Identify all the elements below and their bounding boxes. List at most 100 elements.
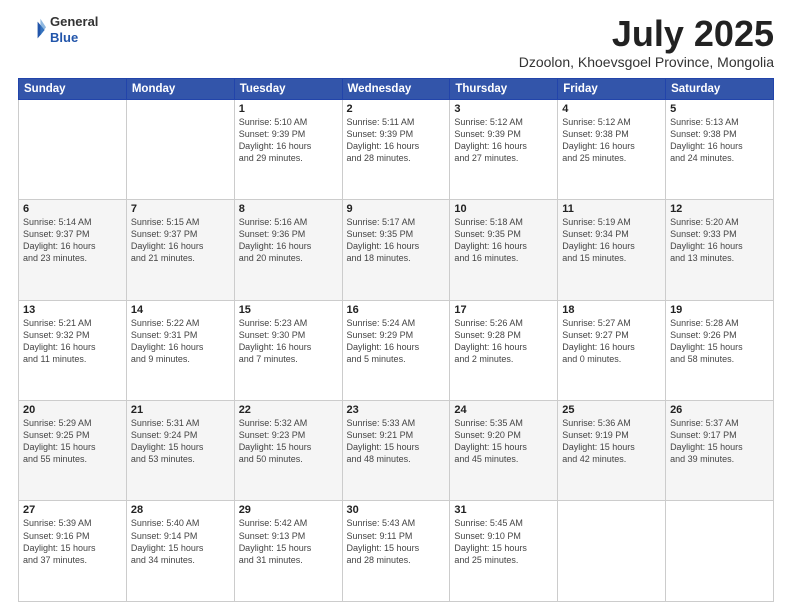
calendar-cell: 16Sunrise: 5:24 AM Sunset: 9:29 PM Dayli… <box>342 300 450 400</box>
calendar-cell: 19Sunrise: 5:28 AM Sunset: 9:26 PM Dayli… <box>666 300 774 400</box>
calendar-cell: 7Sunrise: 5:15 AM Sunset: 9:37 PM Daylig… <box>126 200 234 300</box>
day-info: Sunrise: 5:27 AM Sunset: 9:27 PM Dayligh… <box>562 317 661 366</box>
day-info: Sunrise: 5:36 AM Sunset: 9:19 PM Dayligh… <box>562 417 661 466</box>
day-number: 8 <box>239 203 338 215</box>
day-info: Sunrise: 5:20 AM Sunset: 9:33 PM Dayligh… <box>670 216 769 265</box>
day-number: 11 <box>562 203 661 215</box>
calendar-cell: 10Sunrise: 5:18 AM Sunset: 9:35 PM Dayli… <box>450 200 558 300</box>
calendar-cell: 30Sunrise: 5:43 AM Sunset: 9:11 PM Dayli… <box>342 501 450 602</box>
logo-text: General Blue <box>50 14 98 45</box>
day-number: 13 <box>23 304 122 316</box>
day-number: 9 <box>347 203 446 215</box>
day-number: 28 <box>131 504 230 516</box>
day-info: Sunrise: 5:18 AM Sunset: 9:35 PM Dayligh… <box>454 216 553 265</box>
day-number: 4 <box>562 103 661 115</box>
calendar-cell: 25Sunrise: 5:36 AM Sunset: 9:19 PM Dayli… <box>558 401 666 501</box>
calendar-cell <box>19 99 127 199</box>
day-info: Sunrise: 5:26 AM Sunset: 9:28 PM Dayligh… <box>454 317 553 366</box>
day-number: 19 <box>670 304 769 316</box>
day-number: 17 <box>454 304 553 316</box>
calendar-cell: 3Sunrise: 5:12 AM Sunset: 9:39 PM Daylig… <box>450 99 558 199</box>
day-number: 20 <box>23 404 122 416</box>
calendar-day-header: Thursday <box>450 78 558 99</box>
day-info: Sunrise: 5:23 AM Sunset: 9:30 PM Dayligh… <box>239 317 338 366</box>
calendar-header-row: SundayMondayTuesdayWednesdayThursdayFrid… <box>19 78 774 99</box>
calendar-day-header: Saturday <box>666 78 774 99</box>
calendar-day-header: Monday <box>126 78 234 99</box>
calendar-cell: 29Sunrise: 5:42 AM Sunset: 9:13 PM Dayli… <box>234 501 342 602</box>
day-number: 25 <box>562 404 661 416</box>
calendar-week-row: 1Sunrise: 5:10 AM Sunset: 9:39 PM Daylig… <box>19 99 774 199</box>
day-info: Sunrise: 5:12 AM Sunset: 9:38 PM Dayligh… <box>562 116 661 165</box>
day-info: Sunrise: 5:40 AM Sunset: 9:14 PM Dayligh… <box>131 517 230 566</box>
calendar-cell: 13Sunrise: 5:21 AM Sunset: 9:32 PM Dayli… <box>19 300 127 400</box>
calendar-cell <box>558 501 666 602</box>
logo-icon <box>18 16 46 44</box>
day-info: Sunrise: 5:11 AM Sunset: 9:39 PM Dayligh… <box>347 116 446 165</box>
day-info: Sunrise: 5:45 AM Sunset: 9:10 PM Dayligh… <box>454 517 553 566</box>
day-number: 1 <box>239 103 338 115</box>
calendar-cell: 8Sunrise: 5:16 AM Sunset: 9:36 PM Daylig… <box>234 200 342 300</box>
calendar-week-row: 20Sunrise: 5:29 AM Sunset: 9:25 PM Dayli… <box>19 401 774 501</box>
header: General Blue July 2025 Dzoolon, Khoevsgo… <box>18 14 774 70</box>
day-number: 24 <box>454 404 553 416</box>
calendar-week-row: 27Sunrise: 5:39 AM Sunset: 9:16 PM Dayli… <box>19 501 774 602</box>
day-number: 6 <box>23 203 122 215</box>
calendar-cell: 2Sunrise: 5:11 AM Sunset: 9:39 PM Daylig… <box>342 99 450 199</box>
day-number: 10 <box>454 203 553 215</box>
calendar-table: SundayMondayTuesdayWednesdayThursdayFrid… <box>18 78 774 602</box>
calendar-cell: 9Sunrise: 5:17 AM Sunset: 9:35 PM Daylig… <box>342 200 450 300</box>
day-number: 23 <box>347 404 446 416</box>
calendar-week-row: 13Sunrise: 5:21 AM Sunset: 9:32 PM Dayli… <box>19 300 774 400</box>
day-info: Sunrise: 5:28 AM Sunset: 9:26 PM Dayligh… <box>670 317 769 366</box>
month-title: July 2025 <box>519 14 774 54</box>
day-info: Sunrise: 5:15 AM Sunset: 9:37 PM Dayligh… <box>131 216 230 265</box>
calendar-cell: 12Sunrise: 5:20 AM Sunset: 9:33 PM Dayli… <box>666 200 774 300</box>
calendar-cell: 26Sunrise: 5:37 AM Sunset: 9:17 PM Dayli… <box>666 401 774 501</box>
day-info: Sunrise: 5:35 AM Sunset: 9:20 PM Dayligh… <box>454 417 553 466</box>
day-info: Sunrise: 5:43 AM Sunset: 9:11 PM Dayligh… <box>347 517 446 566</box>
day-number: 29 <box>239 504 338 516</box>
day-number: 5 <box>670 103 769 115</box>
calendar-cell: 1Sunrise: 5:10 AM Sunset: 9:39 PM Daylig… <box>234 99 342 199</box>
day-info: Sunrise: 5:37 AM Sunset: 9:17 PM Dayligh… <box>670 417 769 466</box>
calendar-cell: 18Sunrise: 5:27 AM Sunset: 9:27 PM Dayli… <box>558 300 666 400</box>
page: General Blue July 2025 Dzoolon, Khoevsgo… <box>0 0 792 612</box>
location-subtitle: Dzoolon, Khoevsgoel Province, Mongolia <box>519 54 774 70</box>
day-info: Sunrise: 5:12 AM Sunset: 9:39 PM Dayligh… <box>454 116 553 165</box>
day-info: Sunrise: 5:42 AM Sunset: 9:13 PM Dayligh… <box>239 517 338 566</box>
day-info: Sunrise: 5:32 AM Sunset: 9:23 PM Dayligh… <box>239 417 338 466</box>
day-number: 16 <box>347 304 446 316</box>
calendar-cell: 20Sunrise: 5:29 AM Sunset: 9:25 PM Dayli… <box>19 401 127 501</box>
day-info: Sunrise: 5:33 AM Sunset: 9:21 PM Dayligh… <box>347 417 446 466</box>
day-number: 21 <box>131 404 230 416</box>
calendar-cell <box>126 99 234 199</box>
calendar-cell: 4Sunrise: 5:12 AM Sunset: 9:38 PM Daylig… <box>558 99 666 199</box>
day-info: Sunrise: 5:21 AM Sunset: 9:32 PM Dayligh… <box>23 317 122 366</box>
calendar-cell: 17Sunrise: 5:26 AM Sunset: 9:28 PM Dayli… <box>450 300 558 400</box>
calendar-day-header: Tuesday <box>234 78 342 99</box>
calendar-cell: 27Sunrise: 5:39 AM Sunset: 9:16 PM Dayli… <box>19 501 127 602</box>
logo-blue: Blue <box>50 30 98 46</box>
day-info: Sunrise: 5:29 AM Sunset: 9:25 PM Dayligh… <box>23 417 122 466</box>
calendar-cell: 31Sunrise: 5:45 AM Sunset: 9:10 PM Dayli… <box>450 501 558 602</box>
day-info: Sunrise: 5:10 AM Sunset: 9:39 PM Dayligh… <box>239 116 338 165</box>
day-number: 12 <box>670 203 769 215</box>
logo: General Blue <box>18 14 98 45</box>
day-number: 14 <box>131 304 230 316</box>
day-info: Sunrise: 5:24 AM Sunset: 9:29 PM Dayligh… <box>347 317 446 366</box>
day-number: 18 <box>562 304 661 316</box>
calendar-cell <box>666 501 774 602</box>
logo-general: General <box>50 14 98 30</box>
day-info: Sunrise: 5:39 AM Sunset: 9:16 PM Dayligh… <box>23 517 122 566</box>
day-info: Sunrise: 5:13 AM Sunset: 9:38 PM Dayligh… <box>670 116 769 165</box>
calendar-week-row: 6Sunrise: 5:14 AM Sunset: 9:37 PM Daylig… <box>19 200 774 300</box>
calendar-cell: 15Sunrise: 5:23 AM Sunset: 9:30 PM Dayli… <box>234 300 342 400</box>
calendar-day-header: Wednesday <box>342 78 450 99</box>
title-area: July 2025 Dzoolon, Khoevsgoel Province, … <box>519 14 774 70</box>
day-info: Sunrise: 5:16 AM Sunset: 9:36 PM Dayligh… <box>239 216 338 265</box>
day-number: 22 <box>239 404 338 416</box>
calendar-day-header: Sunday <box>19 78 127 99</box>
day-number: 27 <box>23 504 122 516</box>
day-number: 26 <box>670 404 769 416</box>
